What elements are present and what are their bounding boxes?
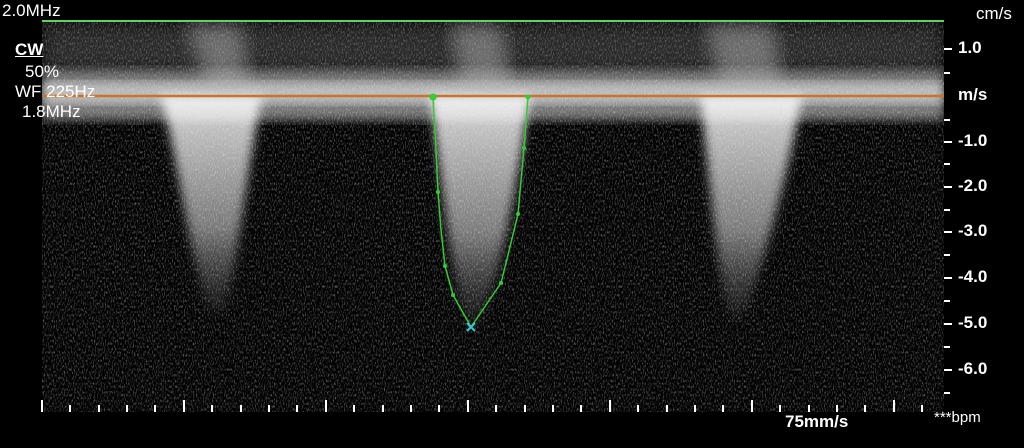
scale-label-pos1: 1.0 xyxy=(958,38,982,57)
scale-label-neg4: -4.0 xyxy=(958,267,988,286)
spectral-waveform xyxy=(42,22,944,412)
doppler-frequency-label: 1.8MHz xyxy=(22,102,81,121)
wall-filter-label: WF 225Hz xyxy=(15,82,96,101)
scale-label-neg5: -5.0 xyxy=(958,313,988,332)
heart-rate-label: ***bpm xyxy=(934,409,981,426)
scale-label-neg3: -3.0 xyxy=(958,221,988,240)
scale-label-neg2: -2.0 xyxy=(958,176,988,195)
doppler-display xyxy=(0,0,1024,448)
mode-label: CW xyxy=(15,40,44,59)
frequency-top-label: 2.0MHz xyxy=(2,1,61,20)
scale-label-neg6: -6.0 xyxy=(958,359,988,378)
gain-label: 50% xyxy=(25,62,60,81)
scale-label-neg1: -1.0 xyxy=(958,131,988,150)
velocity-unit-top-label: cm/s xyxy=(976,4,1012,23)
scale-unit-label: m/s xyxy=(958,85,988,104)
sweep-speed-label: 75mm/s xyxy=(785,412,849,431)
